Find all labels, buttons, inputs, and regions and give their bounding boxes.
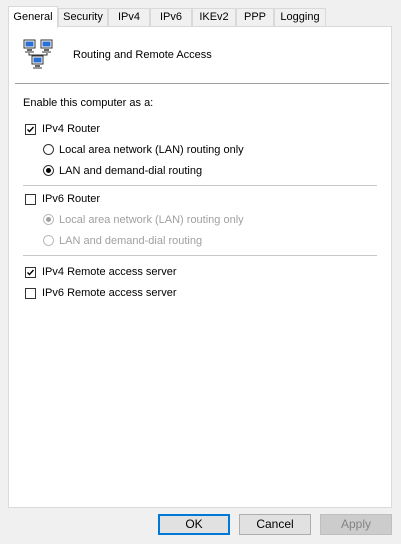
page-title: Routing and Remote Access xyxy=(73,49,212,61)
tab-security[interactable]: Security xyxy=(58,8,108,26)
tab-ppp[interactable]: PPP xyxy=(236,8,274,26)
section-label: Enable this computer as a: xyxy=(23,97,154,109)
ipv4-remote-access-label: IPv4 Remote access server xyxy=(42,266,177,278)
ipv6-remote-access-checkbox[interactable] xyxy=(25,288,36,299)
header-divider xyxy=(15,83,389,84)
ipv4-lan-only-radio[interactable] xyxy=(43,144,54,155)
tab-general[interactable]: General xyxy=(8,6,58,28)
general-tab-panel: Routing and Remote Access Enable this co… xyxy=(8,26,392,508)
ipv6-lan-demand-dial-radio[interactable] xyxy=(43,235,54,246)
ipv6-router-checkbox[interactable] xyxy=(25,194,36,205)
ipv4-lan-only-label: Local area network (LAN) routing only xyxy=(59,144,244,156)
tab-ipv6[interactable]: IPv6 xyxy=(150,8,192,26)
ipv6-lan-demand-dial-label: LAN and demand-dial routing xyxy=(59,235,203,247)
tab-ikev2[interactable]: IKEv2 xyxy=(192,8,236,26)
ipv4-remote-access-checkbox[interactable] xyxy=(25,267,36,278)
ipv6-lan-only-radio[interactable] xyxy=(43,214,54,225)
cancel-button[interactable]: Cancel xyxy=(239,514,311,535)
ipv4-lan-demand-dial-radio[interactable] xyxy=(43,165,54,176)
network-computers-icon xyxy=(23,39,57,71)
tab-logging[interactable]: Logging xyxy=(274,8,326,26)
ipv6-divider xyxy=(23,255,377,256)
ipv6-router-label: IPv6 Router xyxy=(42,193,101,205)
ipv4-divider xyxy=(23,185,377,186)
ipv4-router-label: IPv4 Router xyxy=(42,123,101,135)
tab-ipv4[interactable]: IPv4 xyxy=(108,8,150,26)
ipv4-lan-demand-dial-label: LAN and demand-dial routing xyxy=(59,165,203,177)
ipv6-lan-only-label: Local area network (LAN) routing only xyxy=(59,214,244,226)
apply-button[interactable]: Apply xyxy=(320,514,392,535)
ipv6-remote-access-label: IPv6 Remote access server xyxy=(42,287,177,299)
ipv4-router-checkbox[interactable] xyxy=(25,124,36,135)
ok-button[interactable]: OK xyxy=(158,514,230,535)
